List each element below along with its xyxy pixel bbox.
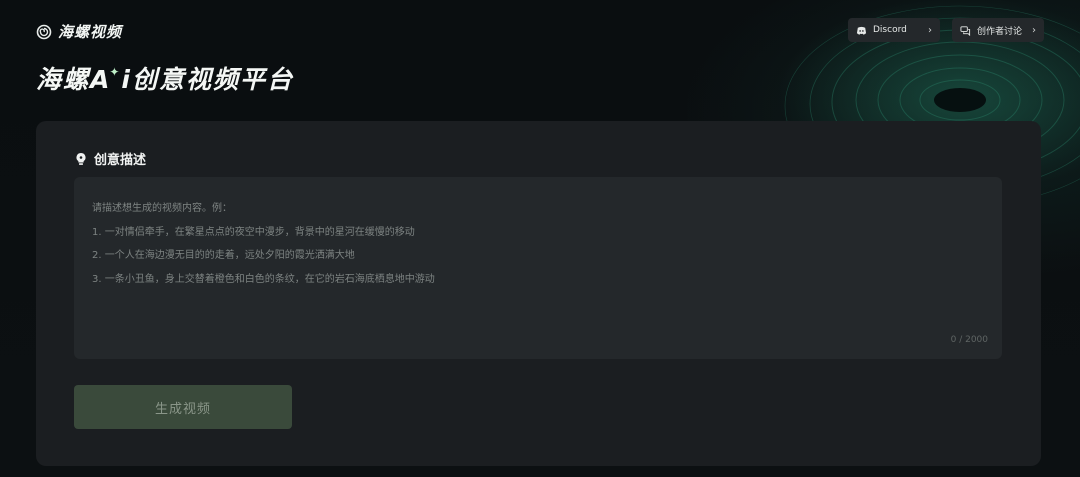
snail-logo-icon bbox=[36, 24, 52, 39]
page-title-part-b: i创意视频平台 bbox=[121, 65, 294, 94]
prompt-card: 创意描述 请描述想生成的视频内容。例： 1. 一对情侣牵手，在繁星点点的夜空中漫… bbox=[36, 121, 1041, 466]
page-title: 海螺A✦i创意视频平台 bbox=[36, 60, 294, 96]
discord-button[interactable]: Discord › bbox=[848, 18, 940, 42]
placeholder-line: 1. 一对情侣牵手，在繁星点点的夜空中漫步，背景中的星河在缓慢的移动 bbox=[92, 226, 415, 238]
sparkle-icon: ✦ bbox=[109, 65, 122, 79]
prompt-textarea[interactable]: 请描述想生成的视频内容。例： 1. 一对情侣牵手，在繁星点点的夜空中漫步，背景中… bbox=[74, 177, 1002, 359]
character-counter: 0 / 2000 bbox=[950, 335, 988, 345]
chevron-right-icon: › bbox=[1032, 24, 1036, 36]
discord-label: Discord bbox=[873, 25, 907, 35]
lightbulb-icon bbox=[76, 152, 86, 165]
chevron-right-icon: › bbox=[928, 24, 932, 36]
discord-icon bbox=[856, 26, 867, 35]
prompt-section-header: 创意描述 bbox=[74, 149, 146, 168]
placeholder-line: 2. 一个人在海边漫无目的的走着，远处夕阳的霞光洒满大地 bbox=[92, 250, 355, 261]
chat-bubbles-icon bbox=[960, 25, 971, 36]
generate-video-button[interactable]: 生成视频 bbox=[74, 385, 292, 429]
prompt-section-title: 创意描述 bbox=[94, 153, 147, 168]
app-page: 海螺视频 Discord › 创作者讨论 › 海螺A✦i创意视频平台 创意描述 … bbox=[0, 0, 1080, 477]
creator-forum-label: 创作者讨论 bbox=[977, 26, 1023, 37]
page-title-part-a: 海螺A bbox=[36, 65, 112, 94]
placeholder-line: 请描述想生成的视频内容。例： bbox=[92, 203, 232, 214]
creator-forum-button[interactable]: 创作者讨论 › bbox=[952, 18, 1044, 42]
brand-logo[interactable]: 海螺视频 bbox=[36, 21, 122, 42]
placeholder-line: 3. 一条小丑鱼，身上交替着橙色和白色的条纹，在它的岩石海底栖息地中游动 bbox=[92, 273, 435, 285]
top-bar: 海螺视频 Discord › 创作者讨论 › bbox=[36, 18, 1044, 44]
header-actions: Discord › 创作者讨论 › bbox=[848, 18, 1044, 42]
brand-name: 海螺视频 bbox=[58, 23, 123, 41]
